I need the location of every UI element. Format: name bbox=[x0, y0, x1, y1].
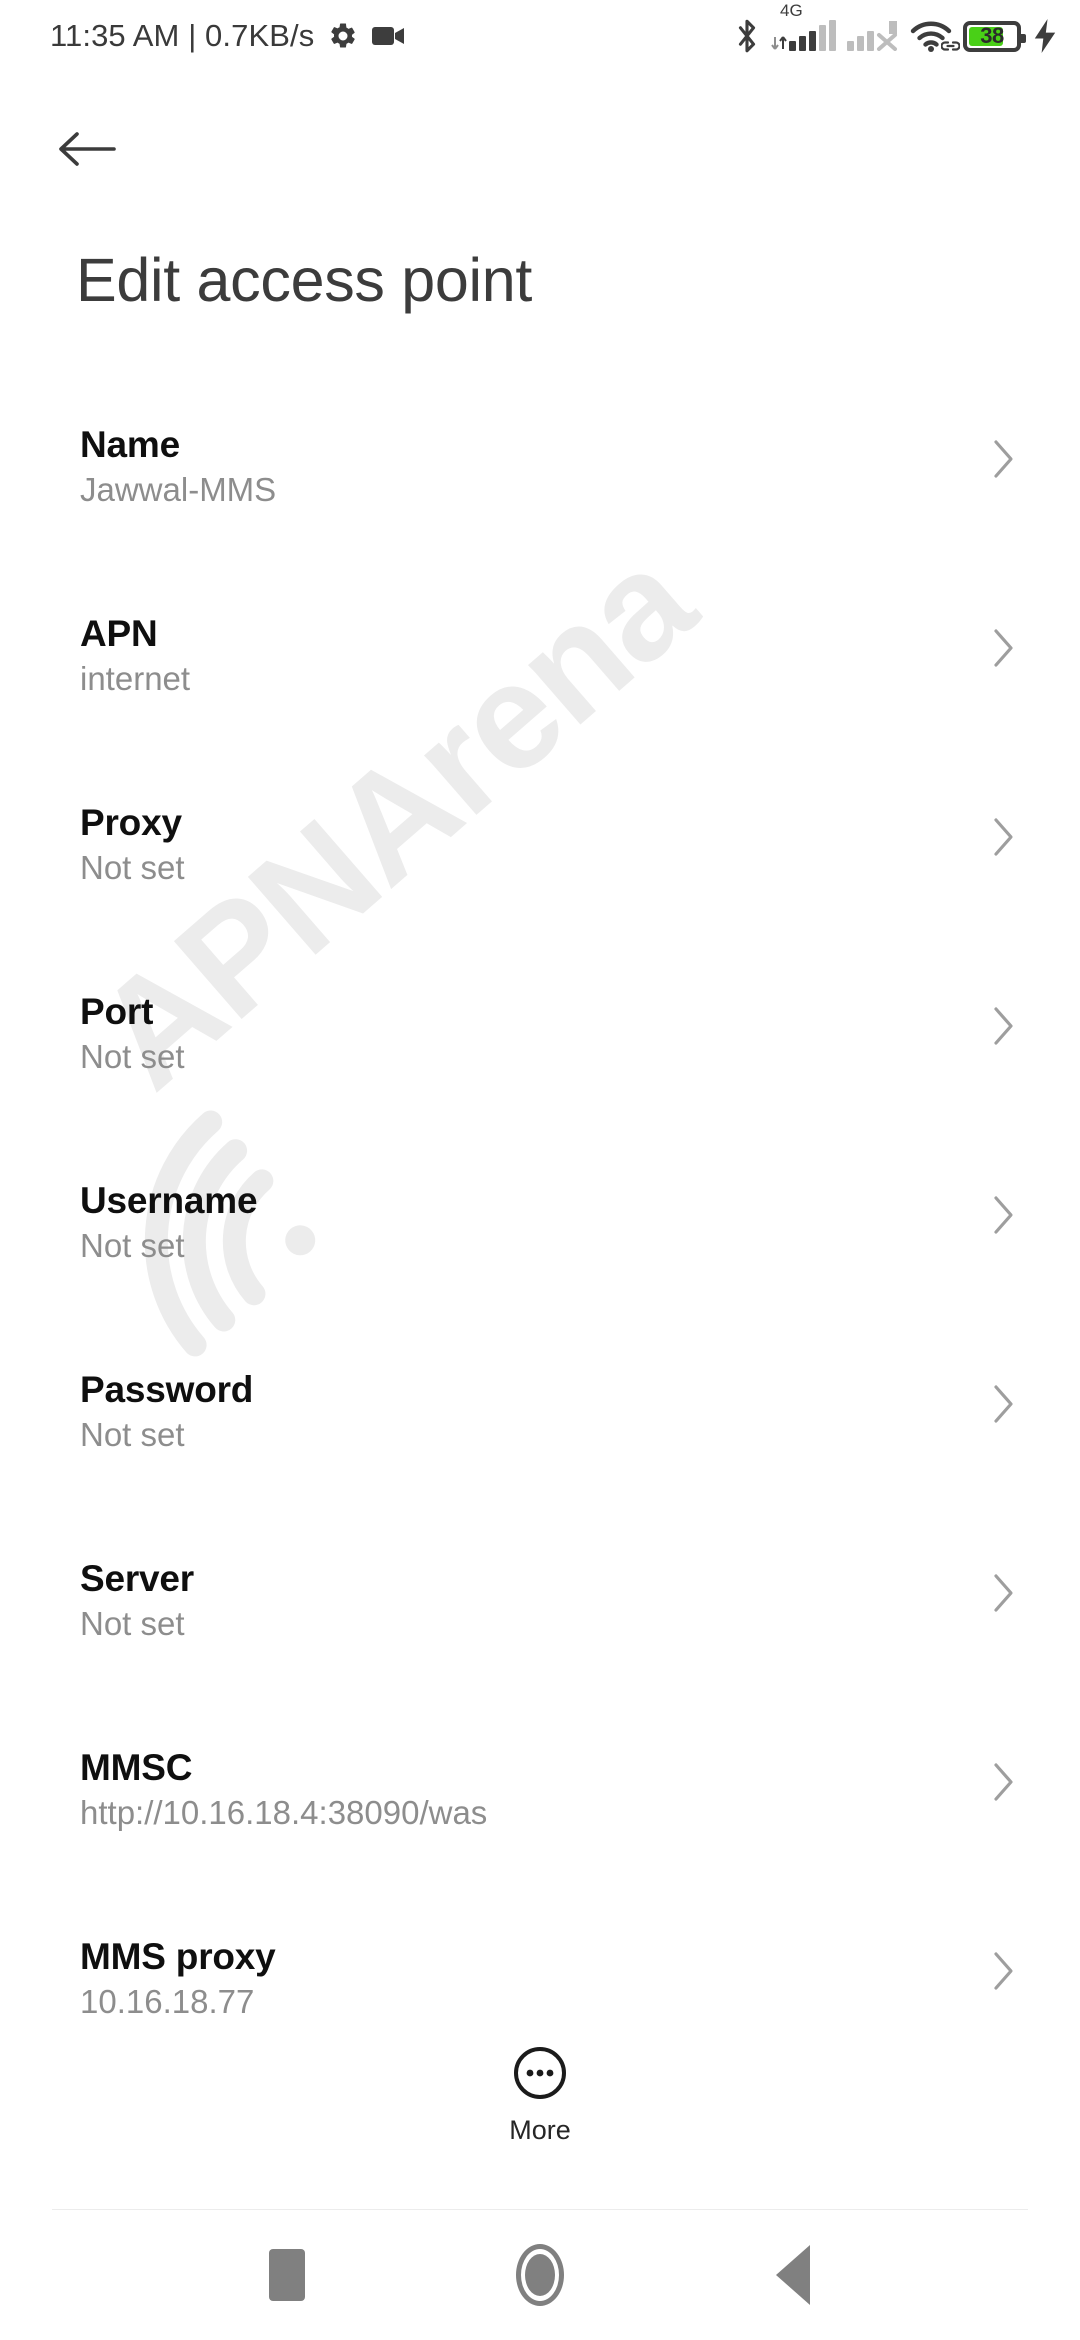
home-button[interactable] bbox=[485, 2220, 595, 2330]
system-navigation-bar bbox=[0, 2210, 1080, 2340]
signal-x-icon bbox=[877, 21, 897, 51]
chevron-right-icon bbox=[992, 1572, 1016, 1619]
row-text-group: APN internet bbox=[80, 589, 190, 698]
access-point-settings-list[interactable]: Name Jawwal-MMS APN internet Proxy Not s… bbox=[0, 400, 1080, 2040]
list-item-apn[interactable]: APN internet bbox=[0, 589, 1080, 778]
triangle-left-icon bbox=[776, 2245, 811, 2305]
row-value: Not set bbox=[80, 1605, 185, 1643]
row-label: Proxy bbox=[80, 802, 182, 843]
battery-icon: 38 bbox=[963, 20, 1026, 52]
chevron-right-icon bbox=[992, 1761, 1016, 1808]
row-value: 10.16.18.77 bbox=[80, 1983, 255, 2021]
list-item-name[interactable]: Name Jawwal-MMS bbox=[0, 400, 1080, 589]
status-time-and-speed: 11:35 AM | 0.7KB/s bbox=[50, 18, 315, 53]
list-item-mmsc[interactable]: MMSC http://10.16.18.4:38090/was bbox=[0, 1723, 1080, 1912]
battery-percent-label: 38 bbox=[980, 23, 1004, 48]
charging-bolt-icon bbox=[1032, 19, 1058, 53]
more-circle-icon bbox=[512, 2045, 568, 2106]
row-value: internet bbox=[80, 660, 191, 698]
video-camera-icon bbox=[372, 25, 406, 47]
gear-icon bbox=[328, 21, 358, 51]
list-item-server[interactable]: Server Not set bbox=[0, 1534, 1080, 1723]
row-value: Not set bbox=[80, 1038, 185, 1076]
chevron-right-icon bbox=[992, 1005, 1016, 1052]
row-value: Jawwal-MMS bbox=[80, 471, 277, 509]
row-label: Username bbox=[80, 1180, 258, 1221]
row-text-group: MMSC http://10.16.18.4:38090/was bbox=[80, 1723, 487, 1832]
chevron-right-icon bbox=[992, 438, 1016, 485]
arrow-left-icon bbox=[58, 128, 116, 175]
wifi-icon bbox=[910, 20, 960, 52]
square-icon bbox=[268, 2249, 305, 2301]
data-transfer-arrows-icon bbox=[771, 21, 787, 51]
row-value: Not set bbox=[80, 1227, 185, 1265]
chevron-right-icon bbox=[992, 816, 1016, 863]
chevron-right-icon bbox=[992, 1194, 1016, 1241]
chevron-right-icon bbox=[992, 1383, 1016, 1430]
row-text-group: Username Not set bbox=[80, 1156, 258, 1265]
row-text-group: Port Not set bbox=[80, 967, 185, 1076]
row-label: Port bbox=[80, 991, 154, 1032]
page-title: Edit access point bbox=[76, 246, 533, 314]
link-icon bbox=[941, 41, 960, 51]
circle-icon bbox=[515, 2244, 564, 2306]
row-text-group: Name Jawwal-MMS bbox=[80, 400, 276, 509]
list-item-password[interactable]: Password Not set bbox=[0, 1345, 1080, 1534]
more-button[interactable]: More bbox=[0, 2045, 1080, 2144]
status-bar: 11:35 AM | 0.7KB/s 4G 38 bbox=[0, 0, 1080, 72]
row-text-group: Server Not set bbox=[80, 1534, 194, 1643]
list-item-port[interactable]: Port Not set bbox=[0, 967, 1080, 1156]
row-value: http://10.16.18.4:38090/was bbox=[80, 1794, 488, 1832]
row-value: Not set bbox=[80, 1416, 185, 1454]
signal-bars bbox=[789, 20, 836, 51]
list-item-proxy[interactable]: Proxy Not set bbox=[0, 778, 1080, 967]
phone-screen: 11:35 AM | 0.7KB/s 4G 38 Edit access poi… bbox=[0, 0, 1080, 2340]
back-nav-button[interactable] bbox=[738, 2220, 848, 2330]
list-item-username[interactable]: Username Not set bbox=[0, 1156, 1080, 1345]
signal-bars-inactive bbox=[847, 21, 874, 51]
status-bar-left: 11:35 AM | 0.7KB/s bbox=[50, 18, 406, 54]
chevron-right-icon bbox=[992, 627, 1016, 674]
row-text-group: Proxy Not set bbox=[80, 778, 185, 887]
sim2-no-service-icon bbox=[847, 21, 899, 51]
sim1-signal-icon: 4G bbox=[771, 2, 836, 51]
row-label: MMS proxy bbox=[80, 1936, 276, 1977]
row-label: APN bbox=[80, 613, 158, 654]
recents-button[interactable] bbox=[232, 2220, 342, 2330]
row-label: Password bbox=[80, 1369, 254, 1410]
bluetooth-icon bbox=[734, 18, 760, 54]
network-type-label: 4G bbox=[780, 1, 803, 20]
row-text-group: MMS proxy 10.16.18.77 bbox=[80, 1912, 276, 2021]
row-text-group: Password Not set bbox=[80, 1345, 253, 1454]
row-label: MMSC bbox=[80, 1747, 193, 1788]
status-bar-right: 4G 38 bbox=[734, 2, 1058, 54]
list-item-mms-proxy[interactable]: MMS proxy 10.16.18.77 bbox=[0, 1912, 1080, 2040]
chevron-right-icon bbox=[992, 1950, 1016, 1997]
row-label: Server bbox=[80, 1558, 195, 1599]
row-label: Name bbox=[80, 424, 180, 465]
back-button[interactable] bbox=[58, 118, 132, 184]
row-value: Not set bbox=[80, 849, 185, 887]
more-button-label: More bbox=[509, 2115, 571, 2145]
